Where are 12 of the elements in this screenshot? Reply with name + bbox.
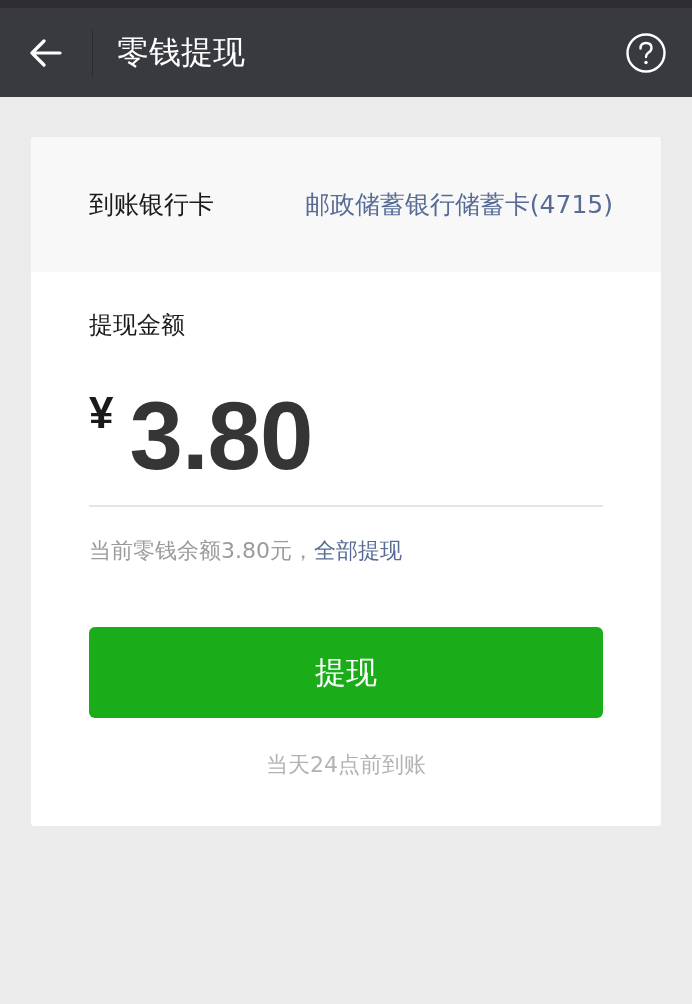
bank-card-label: 到账银行卡 xyxy=(89,189,214,221)
amount-field[interactable]: ¥ 3.80 xyxy=(89,394,603,507)
help-button[interactable] xyxy=(626,32,666,73)
page-title: 零钱提现 xyxy=(117,33,246,72)
balance-text: 当前零钱余额3.80元，全部提现 xyxy=(89,537,403,565)
bank-card-value: 邮政储蓄银行储蓄卡(4715) xyxy=(304,189,613,221)
withdraw-all-link[interactable]: 全部提现 xyxy=(314,538,402,563)
arrival-note: 当天24点前到账 xyxy=(266,751,426,779)
bank-card-row[interactable]: 到账银行卡 邮政储蓄银行储蓄卡(4715) xyxy=(31,137,661,272)
help-icon xyxy=(626,32,666,73)
amount-label: 提现金额 xyxy=(89,310,186,341)
back-arrow-icon xyxy=(30,38,62,67)
